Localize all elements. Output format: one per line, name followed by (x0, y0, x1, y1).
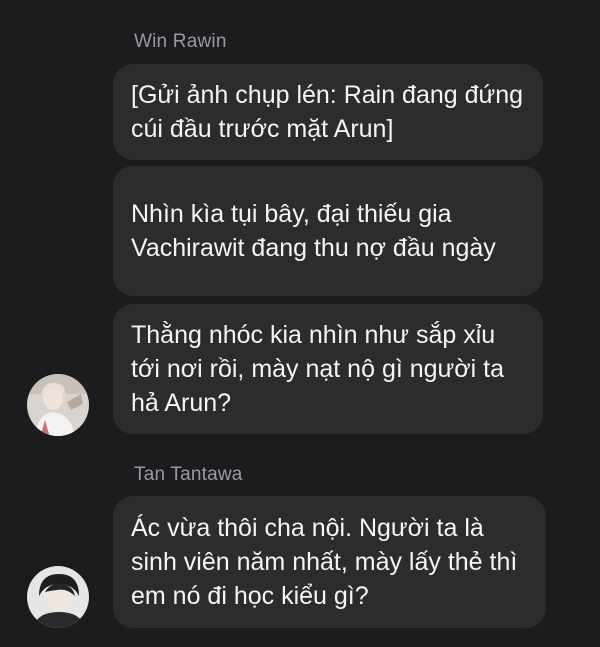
message-bubble[interactable]: Ác vừa thôi cha nội. Người ta là sinh vi… (113, 496, 546, 628)
avatar-photo-icon (27, 374, 89, 436)
sender-name-win-rawin: Win Rawin (134, 31, 227, 52)
message-bubble[interactable]: Thằng nhóc kia nhìn như sắp xỉu tới nơi … (113, 304, 543, 434)
avatar-tan-tantawa[interactable] (27, 566, 89, 628)
message-text: Thằng nhóc kia nhìn như sắp xỉu tới nơi … (131, 321, 505, 417)
message-text: Ác vừa thôi cha nội. Người ta là sinh vi… (131, 514, 518, 610)
sender-name-tan-tantawa: Tan Tantawa (134, 464, 243, 485)
message-text: Nhìn kìa tụi bây, đại thiếu gia Vachiraw… (131, 200, 496, 262)
message-text: [Gửi ảnh chụp lén: Rain đang đứng cúi đầ… (131, 81, 524, 143)
message-bubble[interactable]: Nhìn kìa tụi bây, đại thiếu gia Vachiraw… (113, 166, 543, 296)
avatar-win-rawin[interactable] (27, 374, 89, 436)
avatar-photo-icon (27, 566, 89, 628)
message-bubble[interactable]: [Gửi ảnh chụp lén: Rain đang đứng cúi đầ… (113, 64, 543, 160)
